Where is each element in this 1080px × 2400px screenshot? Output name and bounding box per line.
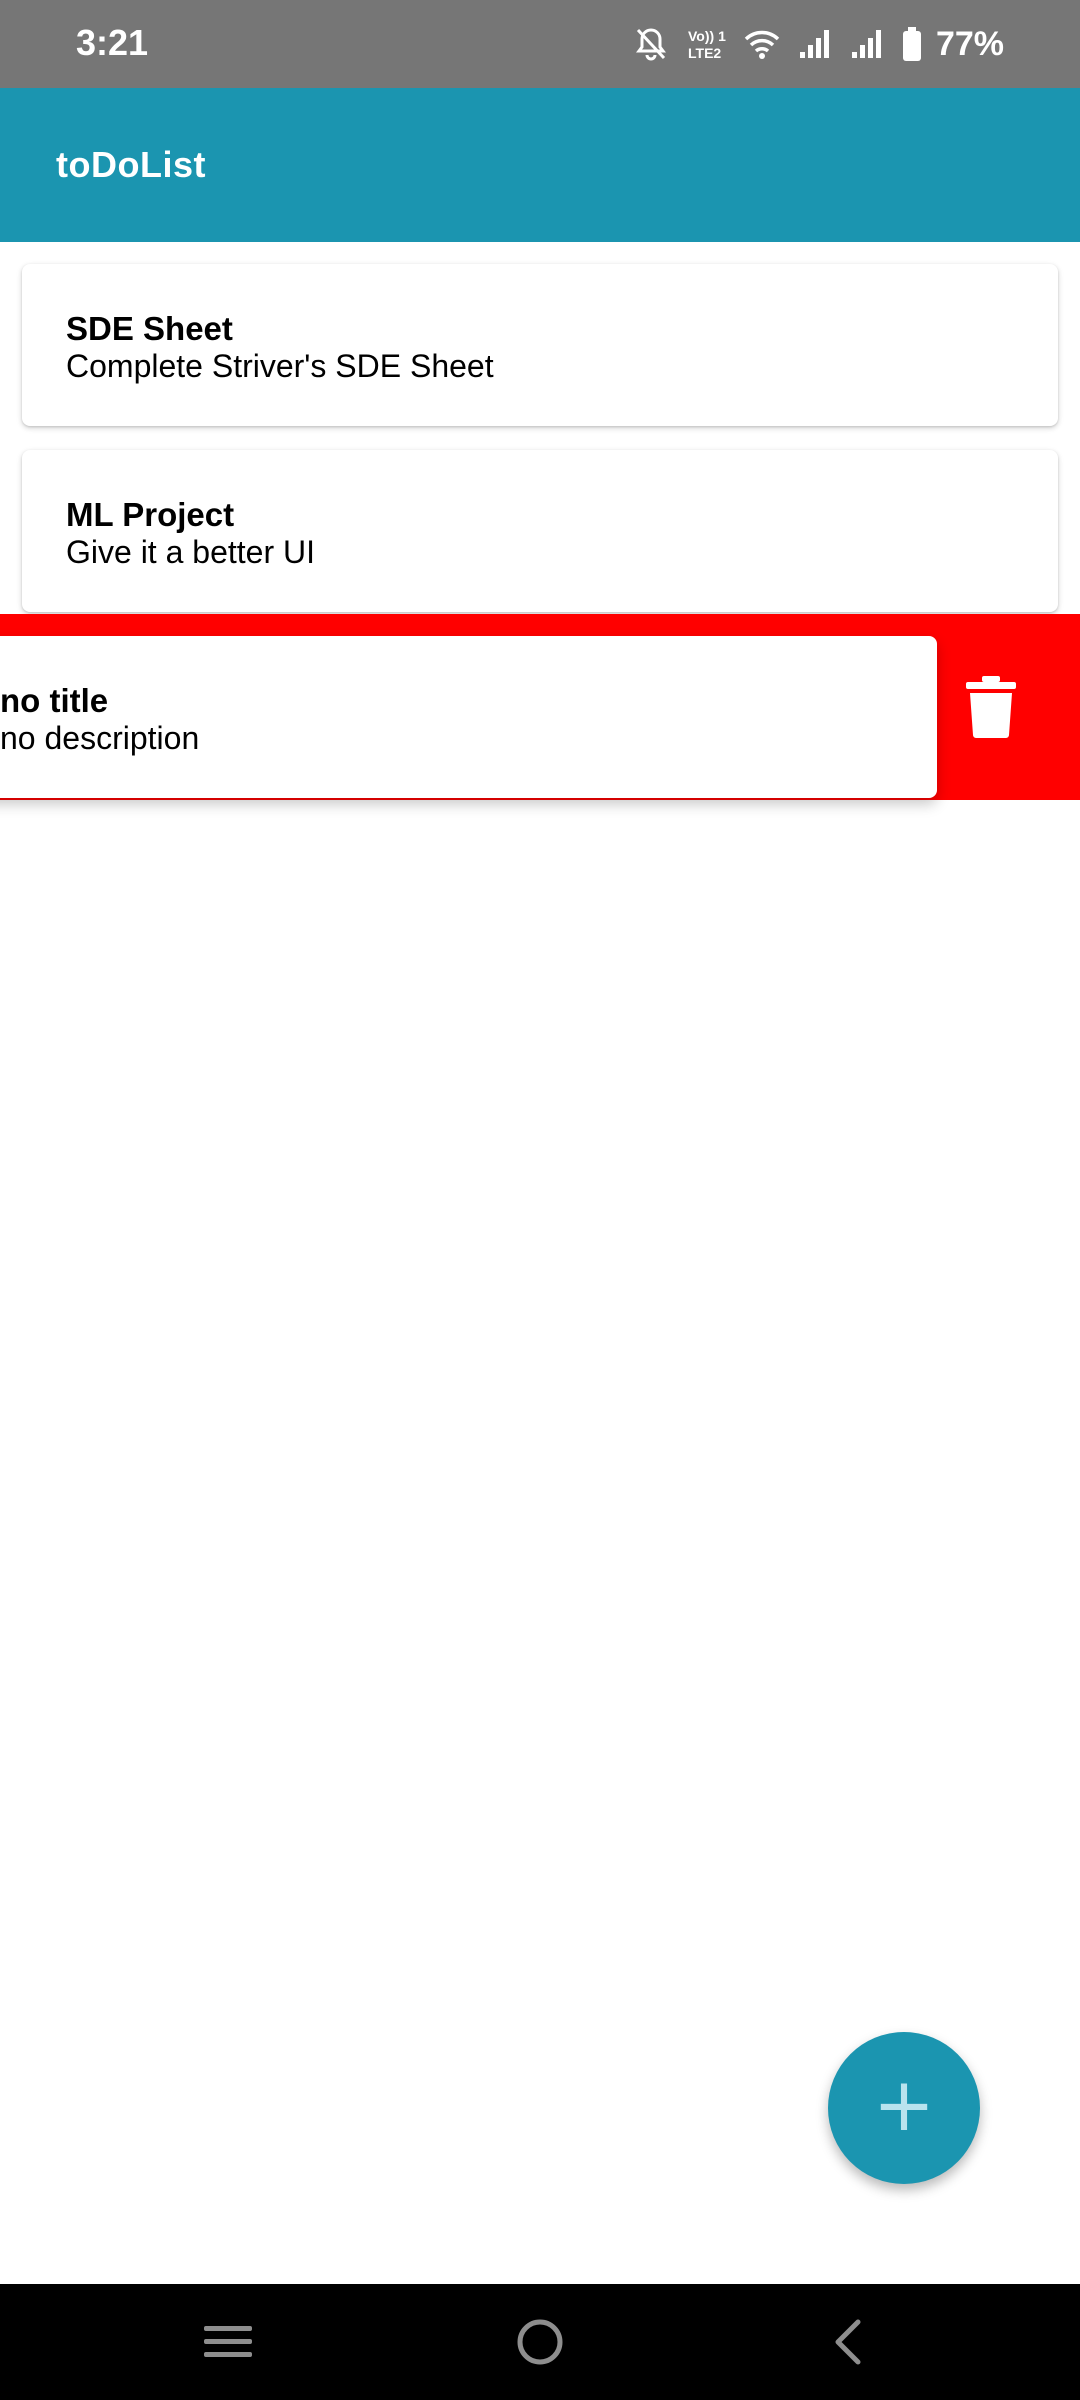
back-icon[interactable] <box>820 2312 880 2372</box>
list-item-swiping[interactable]: no title no description <box>0 636 937 798</box>
todo-description: Give it a better UI <box>66 534 315 570</box>
list-item[interactable]: SDE Sheet Complete Striver's SDE Sheet <box>22 264 1058 426</box>
todo-description: Complete Striver's SDE Sheet <box>66 348 494 384</box>
status-time: 3:21 <box>76 22 149 63</box>
battery-icon <box>902 27 921 61</box>
trash-icon[interactable] <box>966 676 1016 738</box>
todo-description: no description <box>0 720 200 756</box>
battery-percent: 77% <box>935 24 1004 63</box>
status-icons: Vo)) 1 LTE2 77% <box>634 20 1004 68</box>
bell-off-icon <box>635 28 666 61</box>
status-bar: 3:21 Vo)) 1 LTE2 77% <box>0 0 1080 88</box>
todo-title: ML Project <box>66 496 235 533</box>
app-title: toDoList <box>56 144 206 185</box>
home-icon[interactable] <box>510 2312 570 2372</box>
add-todo-button[interactable]: + <box>828 2032 980 2184</box>
signal-icon <box>851 30 881 58</box>
svg-text:LTE2: LTE2 <box>688 45 721 61</box>
todo-title: SDE Sheet <box>66 310 233 347</box>
wifi-icon <box>744 30 780 59</box>
app-bar: toDoList <box>0 88 1080 242</box>
plus-icon: + <box>872 2062 935 2148</box>
todo-title: no title <box>0 682 109 719</box>
system-nav-bar <box>0 2284 1080 2400</box>
menu-icon[interactable] <box>198 2312 258 2372</box>
signal-icon <box>799 30 829 58</box>
volte-icon: Vo)) 1 LTE2 <box>688 28 726 61</box>
list-item[interactable]: ML Project Give it a better UI <box>22 450 1058 612</box>
svg-text:Vo)) 1: Vo)) 1 <box>688 28 726 44</box>
